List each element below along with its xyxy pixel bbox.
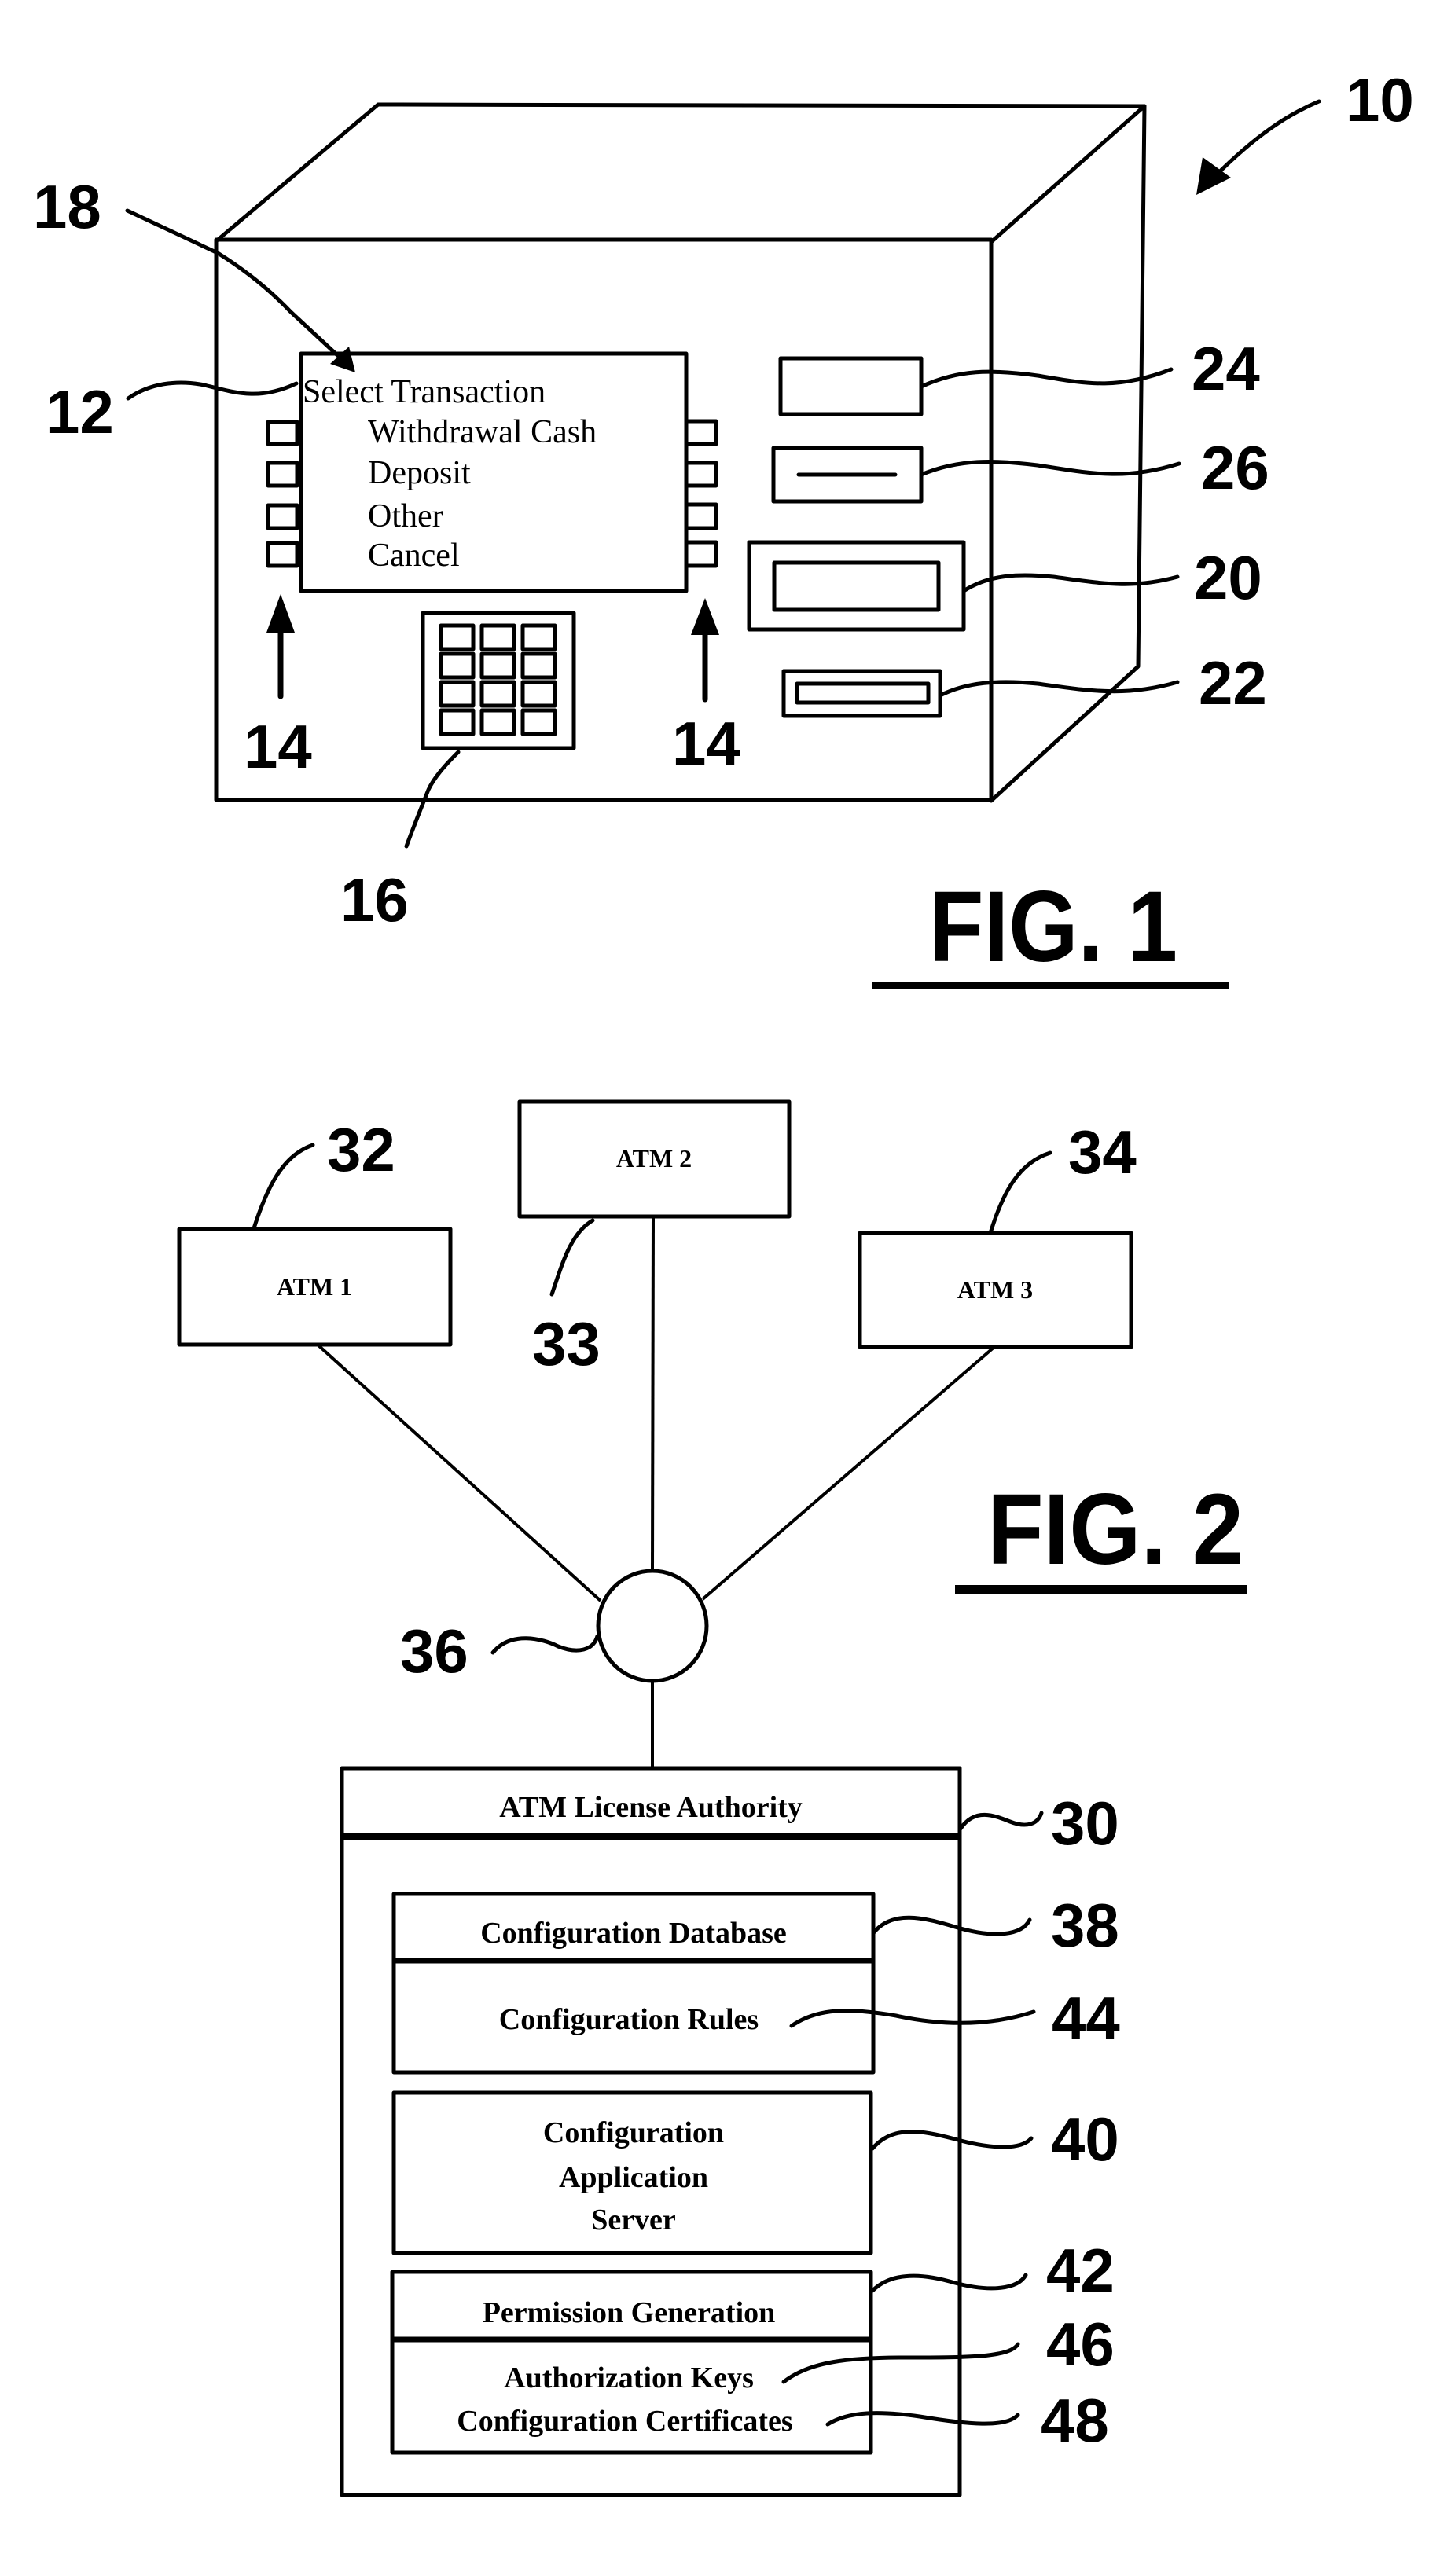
cash-dispenser-opening bbox=[772, 560, 941, 612]
ref-numeral-30: 30 bbox=[1051, 1789, 1119, 1858]
keypad-key[interactable] bbox=[479, 708, 516, 736]
ref-numeral-32: 32 bbox=[327, 1115, 395, 1184]
arrow-head-icon bbox=[1196, 157, 1231, 195]
app-server-line-3: Server bbox=[591, 2204, 676, 2237]
keypad-key[interactable] bbox=[479, 623, 516, 651]
link-atm3 bbox=[701, 1345, 996, 1601]
function-key[interactable] bbox=[684, 419, 718, 446]
ref-numeral-34: 34 bbox=[1068, 1117, 1137, 1187]
keypad bbox=[421, 611, 576, 750]
figure-2-caption-underline bbox=[955, 1585, 1247, 1594]
receipt-printer bbox=[778, 356, 924, 416]
fig2-network-drawing: ATM 1 ATM 2 ATM 3 ATM License Authority bbox=[177, 1099, 1247, 2497]
function-keys-left bbox=[266, 420, 299, 568]
figure-1-caption: FIG. 1 bbox=[929, 871, 1177, 983]
atm-2-label: ATM 2 bbox=[616, 1144, 692, 1172]
card-reader-slot bbox=[795, 681, 931, 705]
ref-numeral-12: 12 bbox=[46, 377, 114, 446]
cabinet-top-face bbox=[215, 102, 1147, 244]
link-atm2 bbox=[651, 1216, 655, 1571]
keypad-key[interactable] bbox=[479, 651, 516, 680]
ref-numeral-40: 40 bbox=[1051, 2104, 1119, 2174]
keypad-key[interactable] bbox=[439, 623, 476, 651]
function-key[interactable] bbox=[266, 461, 299, 488]
app-server-line-2: Application bbox=[559, 2161, 708, 2194]
network-links bbox=[316, 1216, 996, 1770]
cabinet-right-face bbox=[989, 104, 1147, 803]
keypad-key[interactable] bbox=[520, 680, 557, 708]
authority-title: ATM License Authority bbox=[499, 1791, 803, 1824]
keypad-key[interactable] bbox=[439, 651, 476, 680]
function-key[interactable] bbox=[684, 502, 718, 530]
function-keys-right bbox=[684, 419, 718, 568]
ref-numeral-38: 38 bbox=[1051, 1891, 1119, 1960]
ref-numeral-36: 36 bbox=[400, 1616, 468, 1686]
atm-3-label: ATM 3 bbox=[957, 1275, 1033, 1304]
function-key[interactable] bbox=[684, 461, 718, 488]
config-database-title: Configuration Database bbox=[480, 1917, 787, 1950]
keypad-key[interactable] bbox=[520, 708, 557, 736]
ref-numeral-42: 42 bbox=[1046, 2236, 1115, 2305]
card-reader bbox=[781, 669, 942, 718]
app-server-line-1: Configuration bbox=[543, 2116, 724, 2149]
keypad-key[interactable] bbox=[520, 623, 557, 651]
screen-option-cancel[interactable]: Cancel bbox=[368, 538, 460, 574]
ref-numeral-14-left: 14 bbox=[244, 712, 312, 781]
keypad-key[interactable] bbox=[520, 651, 557, 680]
atm-cabinet bbox=[214, 102, 1147, 803]
screen-option-withdrawal[interactable]: Withdrawal Cash bbox=[368, 414, 597, 450]
config-certificates-label: Configuration Certificates bbox=[457, 2405, 792, 2438]
ref-numeral-26: 26 bbox=[1201, 433, 1269, 502]
function-key[interactable] bbox=[266, 541, 299, 568]
function-key[interactable] bbox=[684, 540, 718, 568]
screen-option-deposit[interactable]: Deposit bbox=[368, 455, 471, 491]
function-key[interactable] bbox=[266, 420, 299, 446]
ref-numeral-44: 44 bbox=[1052, 1983, 1120, 2053]
ref-numeral-16: 16 bbox=[340, 865, 409, 934]
fig1-atm-drawing: Select Transaction Withdrawal Cash Depos… bbox=[33, 65, 1414, 989]
ref-numeral-33: 33 bbox=[532, 1309, 601, 1378]
arrow-up-icon bbox=[691, 598, 719, 703]
keypad-key[interactable] bbox=[479, 680, 516, 708]
link-atm1 bbox=[316, 1343, 602, 1602]
arrow-up-icon bbox=[266, 594, 295, 699]
ref-numeral-24: 24 bbox=[1192, 334, 1260, 403]
screen-title: Select Transaction bbox=[303, 374, 546, 410]
ref-numeral-10: 10 bbox=[1346, 65, 1414, 134]
permission-title: Permission Generation bbox=[483, 2296, 776, 2329]
ref-numeral-22: 22 bbox=[1199, 648, 1267, 717]
ref-numeral-14-right: 14 bbox=[672, 709, 740, 778]
figure-1-caption-underline bbox=[872, 982, 1229, 989]
ref-numeral-46: 46 bbox=[1046, 2310, 1115, 2379]
keypad-key[interactable] bbox=[439, 680, 476, 708]
function-key[interactable] bbox=[266, 503, 299, 530]
ref-numeral-18: 18 bbox=[33, 172, 101, 241]
figure-2-caption: FIG. 2 bbox=[987, 1473, 1243, 1586]
config-rules-label: Configuration Rules bbox=[499, 2003, 759, 2036]
cash-dispenser bbox=[747, 540, 966, 632]
network-node bbox=[596, 1569, 709, 1683]
patent-drawing-sheet: Select Transaction Withdrawal Cash Depos… bbox=[33, 65, 1414, 2497]
screen-option-other[interactable]: Other bbox=[368, 498, 443, 534]
ref-numeral-20: 20 bbox=[1194, 543, 1262, 612]
ref-numeral-48: 48 bbox=[1041, 2386, 1109, 2455]
authorization-keys-label: Authorization Keys bbox=[504, 2361, 754, 2394]
keypad-key[interactable] bbox=[439, 708, 476, 736]
atm-1-label: ATM 1 bbox=[277, 1272, 352, 1301]
